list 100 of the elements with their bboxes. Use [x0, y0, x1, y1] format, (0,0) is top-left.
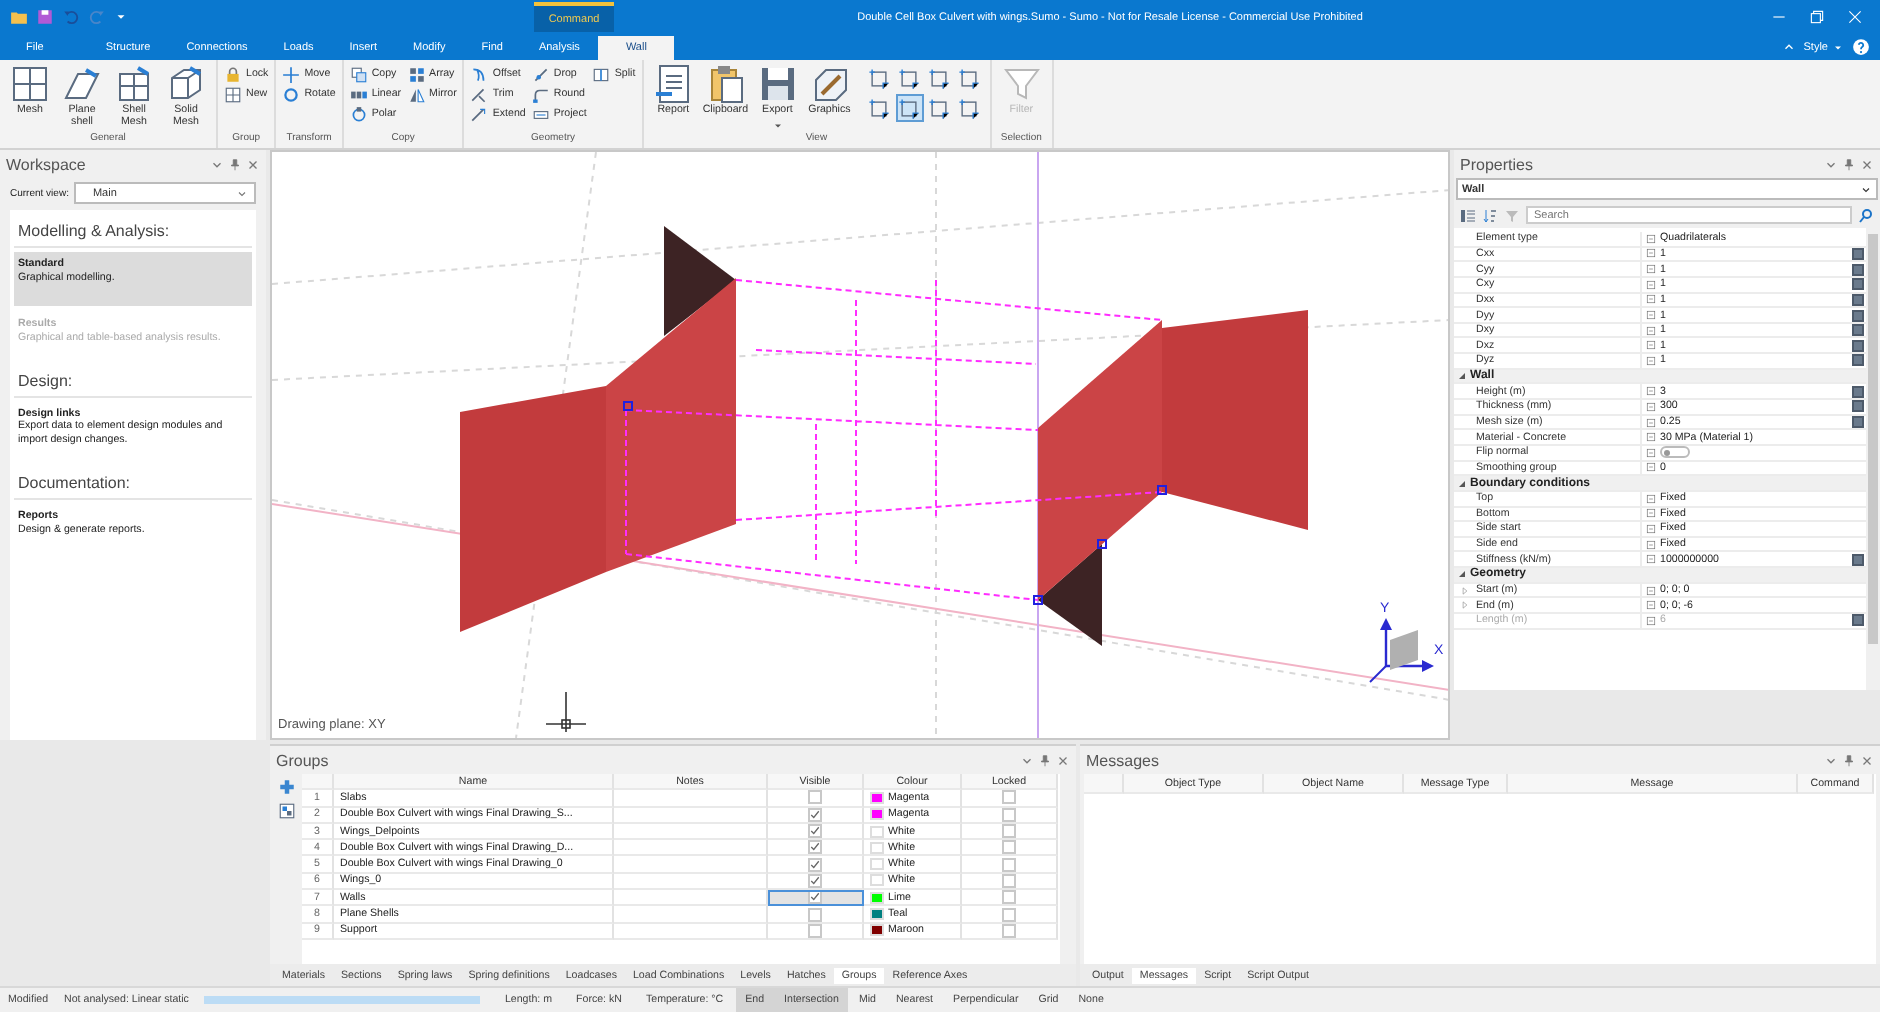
checkbox[interactable] [808, 907, 822, 922]
categorized-button[interactable] [1460, 207, 1476, 223]
save-icon [36, 8, 54, 26]
panel-title: Messages [1086, 751, 1159, 769]
checkbox[interactable] [1002, 890, 1016, 905]
move-icon [282, 65, 301, 83]
binding-icon [1646, 248, 1656, 259]
help-button[interactable] [1852, 38, 1870, 56]
view-button[interactable] [865, 64, 894, 92]
close-button[interactable] [1056, 753, 1070, 767]
checkbox[interactable] [1002, 824, 1016, 839]
mirror-icon [407, 85, 426, 103]
rotate-icon [282, 85, 301, 103]
binding-icon [1646, 600, 1656, 611]
collapse-icon [1456, 370, 1468, 383]
section-heading: Modelling & Analysis: [14, 218, 252, 248]
binding-icon [1646, 401, 1656, 412]
dropdown-button[interactable] [1824, 753, 1838, 767]
checkbox[interactable] [808, 857, 822, 872]
pin-button[interactable] [1842, 157, 1856, 171]
view-button[interactable] [895, 64, 924, 92]
view-icon [898, 67, 921, 89]
checkbox[interactable] [1002, 840, 1016, 855]
group-icon [277, 802, 295, 820]
window-close-icon [1846, 8, 1864, 26]
binding-icon [1646, 294, 1656, 305]
dropdown-icon [1824, 157, 1838, 171]
pin-button[interactable] [1038, 753, 1052, 767]
checkbox[interactable] [808, 890, 822, 905]
close-icon [1056, 753, 1070, 767]
add-group-button[interactable] [277, 778, 295, 796]
binding-icon [1646, 462, 1656, 473]
pin-icon [1842, 157, 1856, 171]
checkbox[interactable] [808, 824, 822, 839]
checkbox[interactable] [1002, 857, 1016, 872]
binding-icon [1646, 585, 1656, 596]
caret-icon [114, 10, 128, 24]
pin-icon [1038, 753, 1052, 767]
group-settings-button[interactable] [277, 802, 295, 820]
collapse-up-icon [1781, 40, 1796, 54]
binding-icon [1646, 386, 1656, 397]
close-button[interactable] [1860, 157, 1874, 171]
view-button[interactable] [895, 94, 924, 122]
checkbox[interactable] [1002, 907, 1016, 922]
view-icon [928, 67, 951, 89]
array-icon [407, 65, 426, 83]
dropdown-button[interactable] [1824, 157, 1838, 171]
collapse-ribbon-button[interactable] [1781, 40, 1796, 54]
split-icon [592, 65, 611, 83]
view-button[interactable] [865, 94, 894, 122]
binding-icon [1646, 615, 1656, 626]
dropdown-icon [1020, 753, 1034, 767]
view-button[interactable] [925, 94, 954, 122]
crosshair-cursor-icon [545, 691, 587, 733]
dropdown-icon [1824, 753, 1838, 767]
pin-button[interactable] [228, 157, 242, 171]
sort-button[interactable] [1482, 207, 1498, 223]
binding-icon [1646, 432, 1656, 443]
close-button[interactable] [1860, 753, 1874, 767]
binding-icon [1646, 279, 1656, 290]
close-button[interactable] [246, 157, 260, 171]
scrollbar[interactable] [1866, 228, 1880, 690]
trim-icon [470, 85, 489, 103]
dropdown-button[interactable] [210, 157, 224, 171]
folder-icon [10, 8, 28, 26]
dropdown-icon [236, 187, 248, 199]
close-icon [1860, 157, 1874, 171]
binding-icon [1646, 554, 1656, 565]
value-picker-button[interactable] [1851, 553, 1863, 566]
section-heading: Design: [14, 359, 252, 397]
dropdown-button[interactable] [1020, 753, 1034, 767]
panel-title: Properties [1460, 155, 1533, 173]
offset-icon [470, 65, 489, 83]
panel-title: Groups [276, 751, 329, 769]
binding-icon [1646, 233, 1656, 244]
undo-icon [62, 8, 80, 26]
binding-icon [1646, 447, 1656, 458]
collapse-icon [1456, 568, 1468, 581]
checkbox[interactable] [808, 840, 822, 855]
view-icon [928, 97, 951, 119]
copy-icon [349, 65, 368, 83]
binding-icon [1646, 264, 1656, 275]
view-icon [958, 97, 981, 119]
checkbox[interactable] [1002, 790, 1016, 805]
pin-button[interactable] [1842, 753, 1856, 767]
round-icon [531, 85, 550, 103]
drop-icon [531, 65, 550, 83]
toggle-switch[interactable] [1660, 446, 1690, 459]
binding-icon [1646, 325, 1656, 336]
binding-icon [1646, 539, 1656, 550]
view-button[interactable] [955, 64, 984, 92]
filter-small-icon [1504, 207, 1520, 223]
binding-icon [1646, 508, 1656, 519]
checkbox[interactable] [808, 790, 822, 805]
view-button[interactable] [925, 64, 954, 92]
redo-icon [88, 8, 106, 26]
search-button[interactable] [1858, 207, 1874, 223]
dropdown-icon [210, 157, 224, 171]
sort-icon [1482, 207, 1498, 223]
view-button[interactable] [955, 94, 984, 122]
